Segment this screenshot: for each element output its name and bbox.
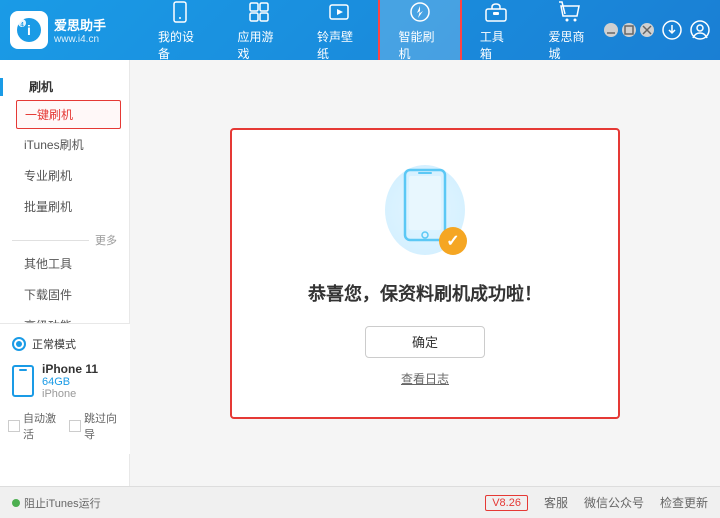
view-history-link[interactable]: 查看日志 (401, 370, 449, 387)
smart-flash-icon (406, 0, 434, 26)
nav-my-device-label: 我的设备 (158, 28, 201, 62)
account-button[interactable] (690, 18, 710, 42)
footer: 阻止iTunes运行 V8.26 客服 微信公众号 检查更新 (0, 486, 720, 518)
toolbox-icon (482, 0, 510, 26)
download-button[interactable] (662, 18, 682, 42)
logo-icon: i 4 (10, 11, 48, 49)
nav-toolbox-label: 工具箱 (480, 28, 513, 62)
nav-store[interactable]: 爱思商城 (531, 0, 610, 68)
stop-itunes-label[interactable]: 阻止iTunes运行 (24, 495, 101, 511)
footer-check-update[interactable]: 检查更新 (660, 494, 708, 511)
sidebar-item-other-tools[interactable]: 其他工具 (0, 248, 129, 279)
sidebar-section-flash: 刷机 (13, 74, 69, 100)
nav-ringtones-label: 铃声壁纸 (317, 28, 360, 62)
sidebar-item-batch[interactable]: 批量刷机 (0, 191, 129, 222)
sidebar-item-download-firmware[interactable]: 下载固件 (0, 279, 129, 310)
sidebar-item-pro[interactable]: 专业刷机 (0, 160, 129, 191)
success-illustration: ✓ (375, 160, 475, 260)
running-indicator (12, 499, 20, 507)
success-card: ✓ 恭喜您，保资料刷机成功啦！ 确定 查看日志 (230, 128, 620, 419)
window-controls (604, 23, 654, 37)
device-mode: 正常模式 (0, 332, 130, 356)
nav-toolbox[interactable]: 工具箱 (462, 0, 531, 68)
app-header: i 4 爱思助手 www.i4.cn 我的设备 应用游戏 铃 (0, 0, 720, 60)
logo-text: 爱思助手 www.i4.cn (54, 15, 106, 45)
nav-apps-label: 应用游戏 (237, 28, 280, 62)
main-layout: 刷机 一键刷机 iTunes刷机 专业刷机 批量刷机 更多 其他工具 下载固件 … (0, 60, 720, 486)
auto-activate-checkbox[interactable]: 自动激活 (8, 410, 61, 442)
sidebar-item-itunes[interactable]: iTunes刷机 (0, 129, 129, 160)
svg-text:i: i (27, 22, 31, 38)
maximize-button[interactable] (622, 23, 636, 37)
success-title: 恭喜您，保资料刷机成功啦！ (308, 280, 542, 306)
device-details: iPhone 11 64GB iPhone (42, 362, 98, 400)
nav-smart-flash-label: 智能刷机 (398, 28, 441, 62)
footer-wechat[interactable]: 微信公众号 (584, 494, 644, 511)
device-info[interactable]: iPhone 11 64GB iPhone (0, 356, 130, 406)
device-checkboxes: 自动激活 跳过向导 (0, 406, 130, 446)
device-mode-indicator (12, 337, 26, 351)
store-icon (556, 0, 584, 26)
header-right (610, 18, 710, 42)
version-badge: V8.26 (485, 495, 528, 511)
nav-store-label: 爱思商城 (549, 28, 592, 62)
check-badge: ✓ (439, 227, 467, 255)
apps-icon (245, 0, 273, 26)
footer-service[interactable]: 客服 (544, 494, 568, 511)
nav-my-device[interactable]: 我的设备 (140, 0, 219, 68)
sidebar: 刷机 一键刷机 iTunes刷机 专业刷机 批量刷机 更多 其他工具 下载固件 … (0, 60, 130, 486)
skip-guide-checkbox[interactable]: 跳过向导 (69, 410, 122, 442)
close-button[interactable] (640, 23, 654, 37)
more-label: 更多 (95, 232, 117, 248)
confirm-button[interactable]: 确定 (365, 326, 485, 358)
my-device-icon (166, 0, 194, 26)
content-area: ✓ 恭喜您，保资料刷机成功啦！ 确定 查看日志 (130, 60, 720, 486)
sidebar-item-one-click[interactable]: 一键刷机 (16, 100, 121, 129)
stop-itunes-area: 阻止iTunes运行 (12, 495, 101, 511)
device-phone-icon (12, 365, 34, 397)
ringtones-icon (325, 0, 353, 26)
nav-apps[interactable]: 应用游戏 (219, 0, 298, 68)
nav-ringtones[interactable]: 铃声壁纸 (299, 0, 378, 68)
logo-area: i 4 爱思助手 www.i4.cn (10, 11, 140, 49)
